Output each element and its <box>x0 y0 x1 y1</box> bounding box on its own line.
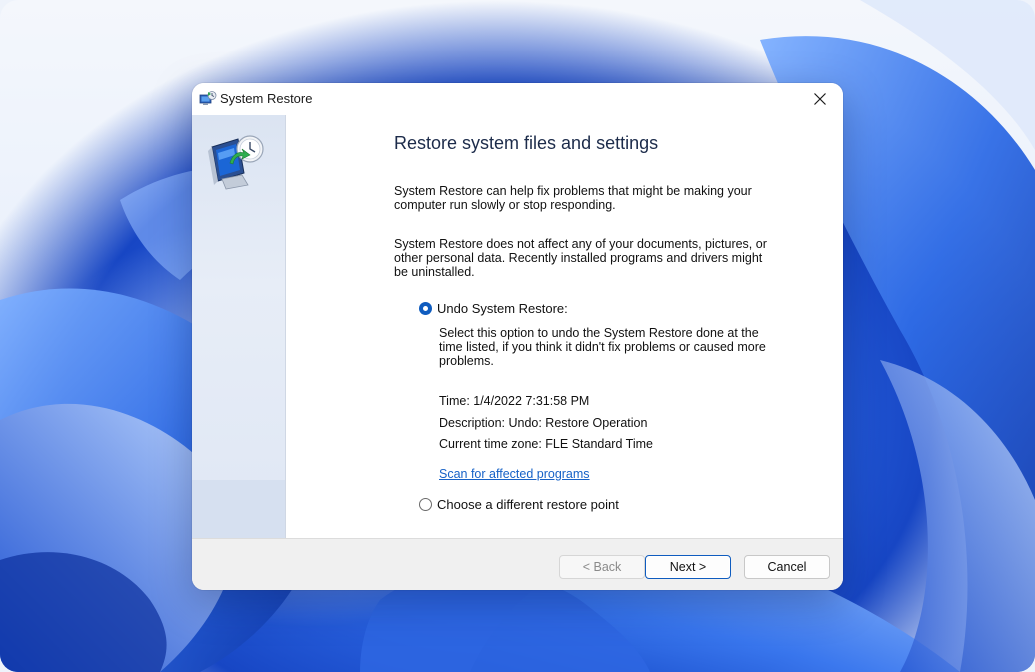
undo-restore-radio[interactable] <box>419 302 432 315</box>
info-paragraph: System Restore does not affect any of yo… <box>394 237 767 279</box>
desktop-wallpaper: System Restore Restore system files and … <box>0 0 1035 672</box>
different-restore-radio[interactable] <box>419 498 432 511</box>
restore-timezone: Current time zone: FLE Standard Time <box>439 437 653 451</box>
restore-computer-icon <box>208 135 264 190</box>
restore-time: Time: 1/4/2022 7:31:58 PM <box>439 394 590 408</box>
undo-description: Select this option to undo the System Re… <box>439 326 766 368</box>
restore-description: Description: Undo: Restore Operation <box>439 416 648 430</box>
close-icon <box>814 93 826 105</box>
window-title: System Restore <box>220 91 313 106</box>
system-restore-dialog: System Restore Restore system files and … <box>192 83 843 590</box>
different-restore-option[interactable]: Choose a different restore point <box>419 497 619 512</box>
scan-affected-programs-link[interactable]: Scan for affected programs <box>439 467 590 481</box>
back-button[interactable]: < Back <box>559 555 645 579</box>
wizard-footer: < Back Next > Cancel <box>192 538 843 590</box>
undo-restore-option[interactable]: Undo System Restore: <box>419 301 568 316</box>
wizard-sidebar <box>192 115 286 538</box>
close-button[interactable] <box>797 83 843 115</box>
title-bar[interactable]: System Restore <box>192 83 843 115</box>
undo-restore-label: Undo System Restore: <box>437 301 568 316</box>
different-restore-label: Choose a different restore point <box>437 497 619 512</box>
system-restore-icon <box>199 91 217 105</box>
page-title: Restore system files and settings <box>394 133 659 153</box>
sidebar-band <box>192 480 285 538</box>
wizard-content: Restore system files and settings System… <box>285 115 843 538</box>
intro-paragraph: System Restore can help fix problems tha… <box>394 184 752 212</box>
cancel-button[interactable]: Cancel <box>744 555 830 579</box>
next-button[interactable]: Next > <box>645 555 731 579</box>
